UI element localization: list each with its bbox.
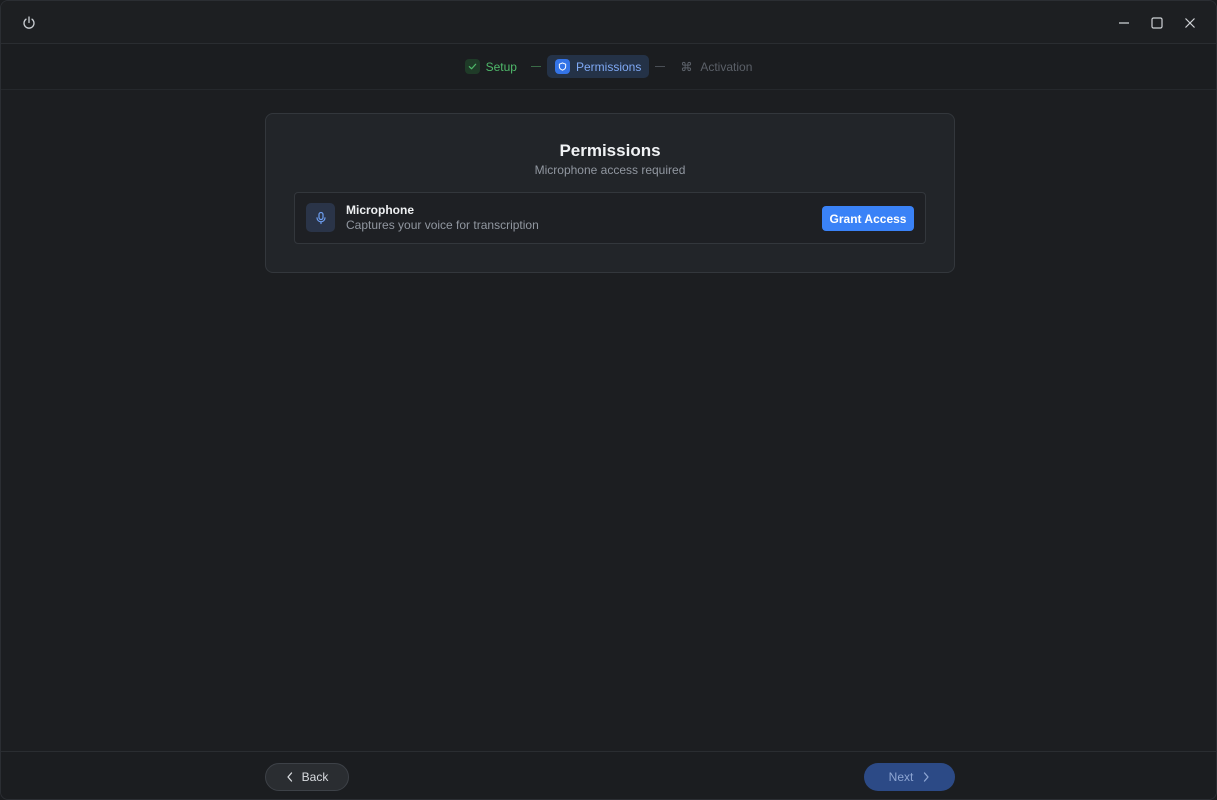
command-icon: [679, 59, 694, 74]
permission-name: Microphone: [346, 203, 414, 217]
stepper-bar: Setup Permissions Activation: [1, 44, 1216, 90]
step-permissions[interactable]: Permissions: [546, 55, 650, 78]
footer: Back Next: [1, 751, 1216, 799]
step-label: Setup: [485, 59, 517, 74]
chevron-right-icon: [924, 772, 929, 782]
chevron-left-icon: [287, 772, 292, 782]
microphone-icon: [306, 203, 335, 232]
title-bar: [1, 1, 1216, 44]
step-label: Permissions: [575, 59, 642, 74]
power-icon[interactable]: [18, 12, 40, 34]
step-separator: [530, 66, 541, 67]
shield-icon: [554, 59, 570, 74]
next-label: Next: [888, 770, 914, 784]
stepper: Setup Permissions Activation: [457, 55, 761, 78]
step-setup[interactable]: Setup: [457, 55, 525, 78]
permission-description: Captures your voice for transcription: [346, 218, 539, 232]
permissions-card: Permissions Microphone access required M…: [265, 113, 955, 273]
next-button[interactable]: Next: [864, 763, 955, 791]
step-activation[interactable]: Activation: [671, 55, 760, 78]
permission-row-microphone: Microphone Captures your voice for trans…: [294, 192, 926, 244]
grant-access-button[interactable]: Grant Access: [822, 206, 914, 231]
check-icon: [464, 59, 480, 74]
card-title: Permissions: [559, 141, 661, 160]
window-controls: [1107, 1, 1216, 44]
step-separator: [655, 66, 666, 67]
minimize-icon[interactable]: [1107, 1, 1140, 44]
back-label: Back: [301, 770, 329, 784]
close-icon[interactable]: [1173, 1, 1206, 44]
back-button[interactable]: Back: [265, 763, 349, 791]
maximize-icon[interactable]: [1140, 1, 1173, 44]
step-label: Activation: [700, 59, 753, 74]
app-window: Setup Permissions Activation Permissions…: [0, 0, 1217, 800]
card-subtitle: Microphone access required: [534, 163, 686, 177]
